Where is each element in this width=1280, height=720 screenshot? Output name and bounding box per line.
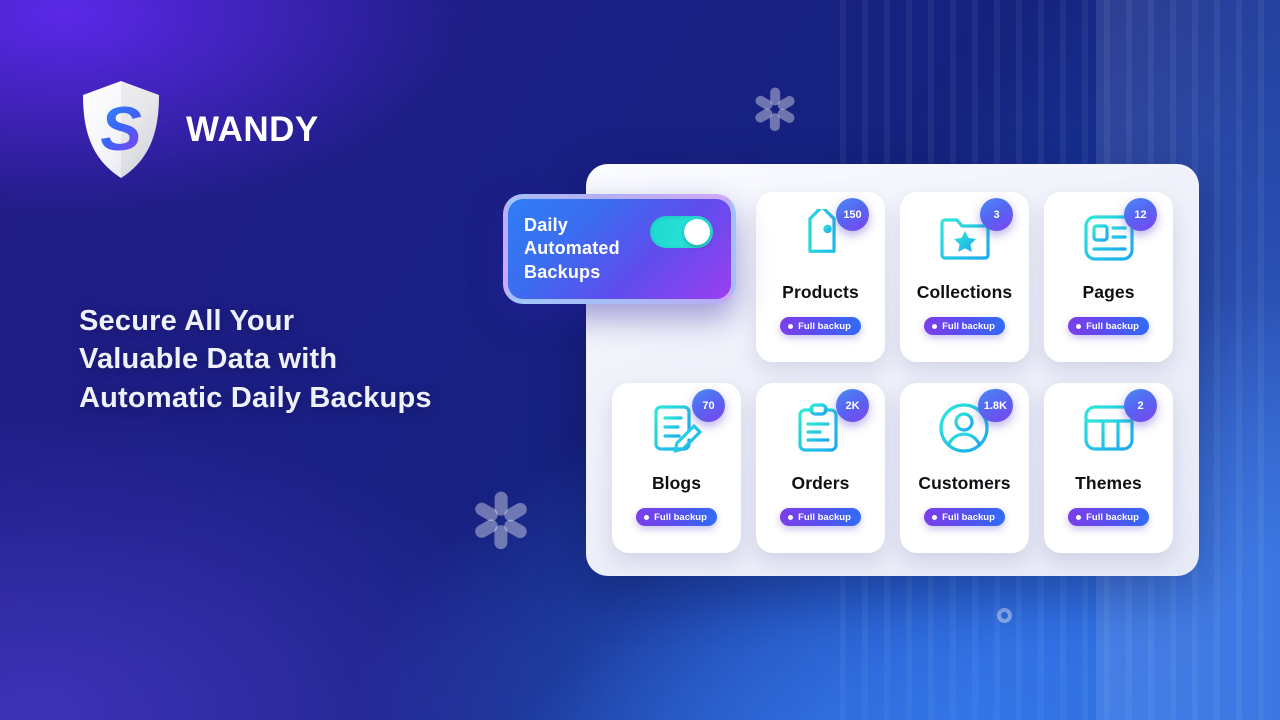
card-count-badge: 150 bbox=[836, 198, 869, 231]
card-count-badge: 70 bbox=[692, 389, 725, 422]
status-label: Full backup bbox=[798, 320, 851, 332]
status-badge: Full backup bbox=[924, 317, 1005, 335]
toggle-card-label: Daily Automated Backups bbox=[524, 214, 620, 283]
card-icon-box: 3 bbox=[900, 192, 1029, 284]
status-dot-icon bbox=[788, 323, 794, 329]
card-count-badge: 2 bbox=[1124, 389, 1157, 422]
backup-card-customers[interactable]: 1.8K Customers Full backup bbox=[900, 383, 1029, 553]
sparkle-icon bbox=[753, 84, 797, 132]
card-count-badge: 2K bbox=[836, 389, 869, 422]
headline-line-2: Valuable Data with bbox=[79, 343, 338, 376]
status-dot-icon bbox=[1076, 514, 1082, 520]
card-icon-box: 12 bbox=[1044, 192, 1173, 284]
status-badge: Full backup bbox=[1068, 317, 1149, 335]
card-count-badge: 1.8K bbox=[977, 389, 1013, 422]
card-title: Pages bbox=[1082, 282, 1135, 302]
backup-card-pages[interactable]: 12 Pages Full backup bbox=[1044, 192, 1173, 362]
toggle-label-line-2: Automated bbox=[524, 238, 620, 259]
status-label: Full backup bbox=[942, 320, 995, 332]
status-label: Full backup bbox=[1086, 511, 1139, 523]
card-icon-box: 70 bbox=[612, 383, 741, 475]
card-icon-box: 2 bbox=[1044, 383, 1173, 475]
card-title: Orders bbox=[791, 473, 850, 493]
brand-logo: S WANDY bbox=[78, 78, 319, 182]
status-dot-icon bbox=[788, 514, 794, 520]
status-dot-icon bbox=[932, 323, 938, 329]
card-count-badge: 3 bbox=[980, 198, 1013, 231]
backup-card-collections[interactable]: 3 Collections Full backup bbox=[900, 192, 1029, 362]
card-icon-box: 150 bbox=[756, 192, 885, 284]
status-label: Full backup bbox=[1086, 320, 1139, 332]
daily-backup-toggle-switch[interactable] bbox=[650, 216, 713, 248]
status-dot-icon bbox=[1076, 323, 1082, 329]
backup-card-products[interactable]: 150 Products Full backup bbox=[756, 192, 885, 362]
sparkle-icon bbox=[472, 487, 530, 550]
page-title: Secure All Your Valuable Data with Autom… bbox=[79, 302, 432, 417]
logo-letter: S bbox=[100, 95, 141, 164]
toggle-label-line-1: Daily bbox=[524, 215, 569, 236]
status-label: Full backup bbox=[654, 511, 707, 523]
card-title: Products bbox=[782, 282, 859, 302]
card-title: Themes bbox=[1075, 473, 1142, 493]
status-badge: Full backup bbox=[924, 508, 1005, 526]
shield-s-logo-icon: S bbox=[78, 78, 164, 182]
brand-wordmark: WANDY bbox=[186, 110, 319, 149]
status-label: Full backup bbox=[942, 511, 995, 523]
backup-card-blogs[interactable]: 70 Blogs Full backup bbox=[612, 383, 741, 553]
status-badge: Full backup bbox=[1068, 508, 1149, 526]
card-title: Customers bbox=[918, 473, 1011, 493]
backup-card-orders[interactable]: 2K Orders Full backup bbox=[756, 383, 885, 553]
card-icon-box: 2K bbox=[756, 383, 885, 475]
toggle-label-line-3: Backups bbox=[524, 261, 601, 282]
card-icon-box: 1.8K bbox=[900, 383, 1029, 475]
status-label: Full backup bbox=[798, 511, 851, 523]
status-badge: Full backup bbox=[780, 508, 861, 526]
backup-card-themes[interactable]: 2 Themes Full backup bbox=[1044, 383, 1173, 553]
toggle-knob bbox=[684, 219, 710, 245]
status-badge: Full backup bbox=[780, 317, 861, 335]
headline-line-3: Automatic Daily Backups bbox=[79, 381, 432, 414]
status-badge: Full backup bbox=[636, 508, 717, 526]
headline-line-1: Secure All Your bbox=[79, 305, 295, 337]
card-title: Collections bbox=[916, 282, 1013, 302]
status-dot-icon bbox=[932, 514, 938, 520]
ring-icon bbox=[997, 608, 1012, 623]
card-count-badge: 12 bbox=[1124, 198, 1157, 231]
card-title: Blogs bbox=[651, 473, 702, 493]
daily-automated-backups-card[interactable]: Daily Automated Backups bbox=[503, 194, 736, 304]
status-dot-icon bbox=[644, 514, 650, 520]
